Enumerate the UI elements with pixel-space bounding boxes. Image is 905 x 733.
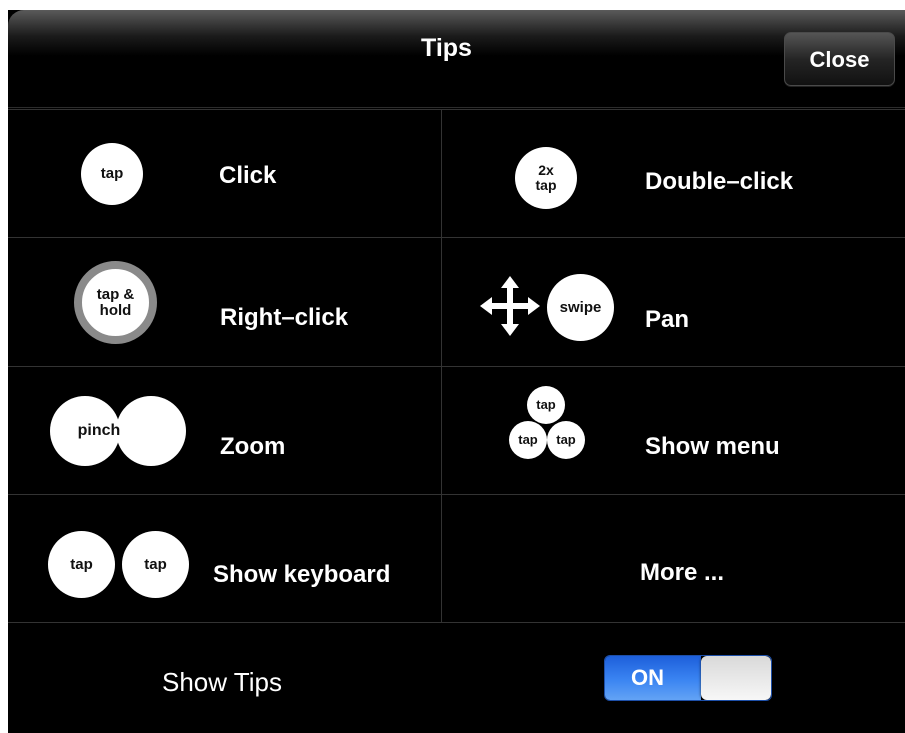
show-tips-label: Show Tips bbox=[162, 667, 282, 697]
tip-click[interactable]: tap Click bbox=[8, 110, 441, 238]
swipe-gesture-icon: swipe bbox=[547, 274, 614, 341]
pinch-gesture-icon: pinch bbox=[50, 396, 120, 466]
four-way-arrow-icon bbox=[480, 276, 540, 336]
tap-hold-gesture-icon: tap & hold bbox=[74, 261, 157, 344]
tap-circle-icon: tap bbox=[547, 421, 585, 459]
tip-label: Show keyboard bbox=[213, 561, 391, 588]
pinch-label: pinch bbox=[77, 421, 121, 439]
tap-circle-icon: tap bbox=[527, 386, 565, 424]
tap-gesture-icon: tap bbox=[81, 143, 143, 205]
tip-label: Zoom bbox=[220, 433, 286, 460]
tip-pan[interactable]: swipe Pan bbox=[442, 238, 905, 366]
pinch-finger-circle bbox=[116, 396, 186, 466]
show-tips-toggle[interactable]: ON bbox=[604, 655, 772, 701]
toggle-on-label: ON bbox=[605, 656, 701, 700]
tip-show-menu[interactable]: tap tap tap Show menu bbox=[442, 367, 905, 495]
tip-label: Right–click bbox=[220, 304, 349, 331]
tap-circle-icon: tap bbox=[122, 531, 189, 598]
close-button[interactable]: Close bbox=[784, 32, 895, 86]
tap-circle-icon: tap bbox=[48, 531, 115, 598]
tip-label: More ... bbox=[640, 559, 725, 586]
tip-right-click[interactable]: tap & hold Right–click bbox=[8, 238, 441, 366]
tip-label: Show menu bbox=[645, 433, 780, 460]
tip-show-keyboard[interactable]: tap tap Show keyboard bbox=[8, 495, 441, 623]
tips-panel: Tips Close tap Click 2x tap Double–click… bbox=[8, 10, 905, 733]
tip-zoom[interactable]: pinch Zoom bbox=[8, 367, 441, 495]
toggle-knob[interactable] bbox=[701, 656, 771, 700]
tip-label: Pan bbox=[645, 306, 690, 333]
page-title: Tips bbox=[421, 34, 472, 62]
double-tap-gesture-icon: 2x tap bbox=[515, 147, 577, 209]
tip-label: Double–click bbox=[645, 168, 794, 195]
title-bar: Tips Close bbox=[8, 10, 905, 108]
tap-circle-icon: tap bbox=[509, 421, 547, 459]
tip-double-click[interactable]: 2x tap Double–click bbox=[442, 110, 905, 238]
tip-label: Click bbox=[219, 162, 277, 189]
more-tips-button[interactable]: More ... bbox=[442, 495, 905, 623]
